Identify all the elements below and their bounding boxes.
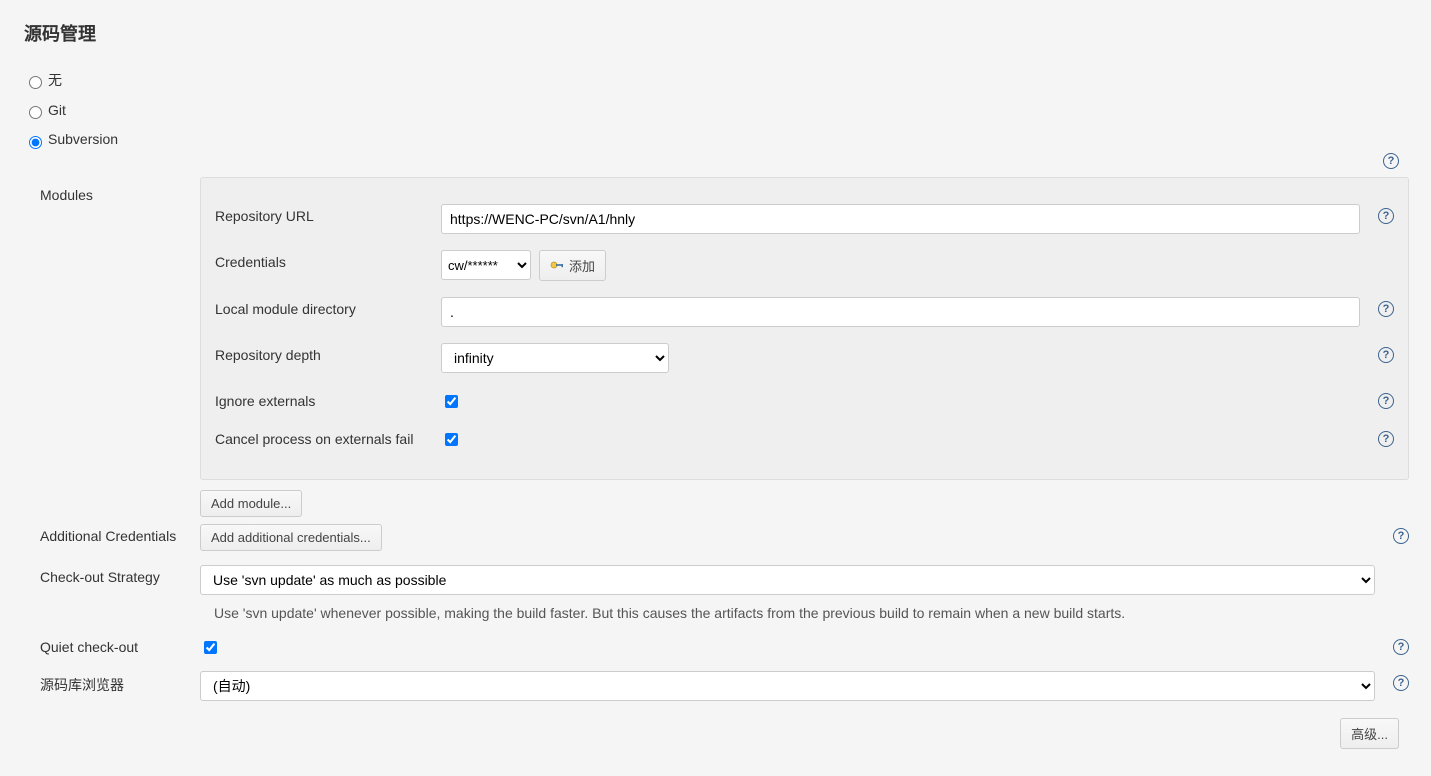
help-icon[interactable]: ? <box>1378 347 1394 363</box>
key-icon <box>550 260 564 270</box>
local-dir-input[interactable] <box>441 297 1360 327</box>
section-title: 源码管理 <box>24 20 1409 46</box>
modules-label: Modules <box>40 177 200 517</box>
checkout-label: Check-out Strategy <box>40 565 200 585</box>
quiet-checkout-label: Quiet check-out <box>40 635 200 655</box>
scm-git-radio[interactable]: Git <box>24 102 66 118</box>
repo-browser-label: 源码库浏览器 <box>40 671 200 695</box>
ignore-externals-checkbox[interactable] <box>445 395 458 408</box>
cancel-on-fail-checkbox[interactable] <box>445 433 458 446</box>
credentials-select[interactable]: cw/****** <box>441 250 531 280</box>
help-icon[interactable]: ? <box>1378 393 1394 409</box>
help-icon[interactable]: ? <box>1378 208 1394 224</box>
help-icon[interactable]: ? <box>1393 528 1409 544</box>
help-icon[interactable]: ? <box>1378 431 1394 447</box>
help-icon[interactable]: ? <box>1383 153 1399 169</box>
add-module-button[interactable]: Add module... <box>200 490 302 517</box>
help-icon[interactable]: ? <box>1378 301 1394 317</box>
credentials-label: Credentials <box>215 250 441 270</box>
repo-url-label: Repository URL <box>215 204 441 224</box>
checkout-desc: Use 'svn update' whenever possible, maki… <box>200 595 1375 621</box>
ignore-externals-label: Ignore externals <box>215 389 441 409</box>
scm-git-label: Git <box>48 102 66 118</box>
scm-none-radio[interactable]: 无 <box>24 72 62 88</box>
scm-none-label: 无 <box>48 72 62 88</box>
depth-select[interactable]: infinity <box>441 343 669 373</box>
cancel-on-fail-label: Cancel process on externals fail <box>215 427 441 447</box>
quiet-checkout-checkbox[interactable] <box>204 641 217 654</box>
checkout-strategy-select[interactable]: Use 'svn update' as much as possible <box>200 565 1375 595</box>
scm-subversion-radio[interactable]: Subversion <box>24 131 118 147</box>
additional-creds-label: Additional Credentials <box>40 524 200 544</box>
advanced-button[interactable]: 高级... <box>1340 718 1399 749</box>
add-credentials-button[interactable]: 添加 <box>539 250 606 281</box>
help-icon[interactable]: ? <box>1393 639 1409 655</box>
add-btn-label: 添加 <box>569 256 595 275</box>
local-dir-label: Local module directory <box>215 297 441 317</box>
repo-url-input[interactable] <box>441 204 1360 234</box>
add-additional-creds-button[interactable]: Add additional credentials... <box>200 524 382 551</box>
help-icon[interactable]: ? <box>1393 675 1409 691</box>
depth-label: Repository depth <box>215 343 441 363</box>
repo-browser-select[interactable]: (自动) <box>200 671 1375 701</box>
scm-subversion-label: Subversion <box>48 131 118 147</box>
